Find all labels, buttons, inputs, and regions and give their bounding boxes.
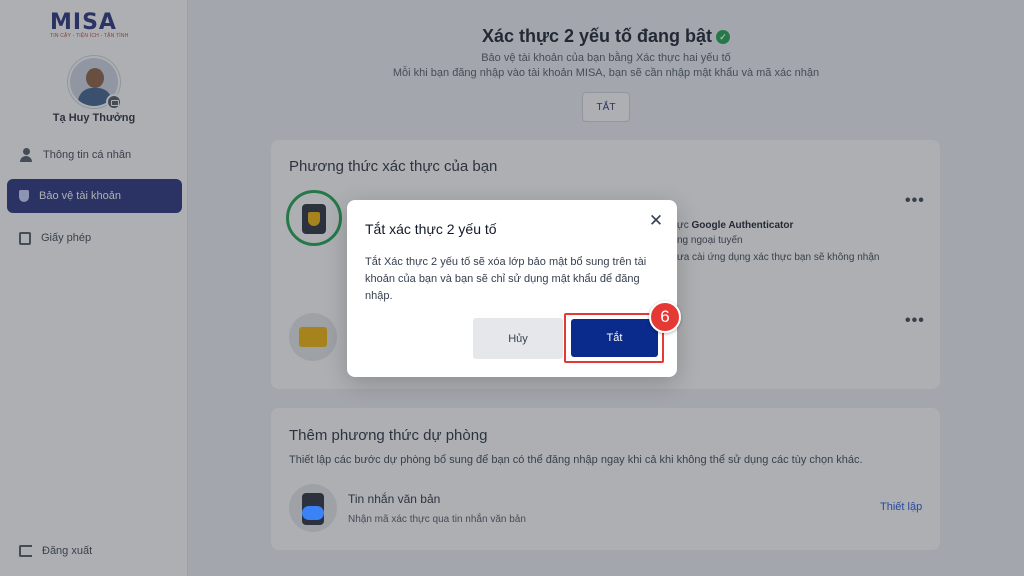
close-icon[interactable]: ✕: [645, 210, 667, 232]
confirm-turn-off-button[interactable]: Tắt: [571, 319, 658, 357]
dialog-body: Tắt Xác thực 2 yếu tố sẽ xóa lớp bảo mật…: [365, 256, 647, 302]
cancel-button[interactable]: Hủy: [473, 318, 563, 359]
chat-bubble-icon: [302, 506, 324, 520]
disable-2fa-dialog: Tắt xác thực 2 yếu tố ✕ Tắt Xác thực 2 y…: [347, 200, 677, 377]
dialog-title: Tắt xác thực 2 yếu tố: [365, 221, 497, 237]
step-badge: 6: [649, 301, 681, 333]
